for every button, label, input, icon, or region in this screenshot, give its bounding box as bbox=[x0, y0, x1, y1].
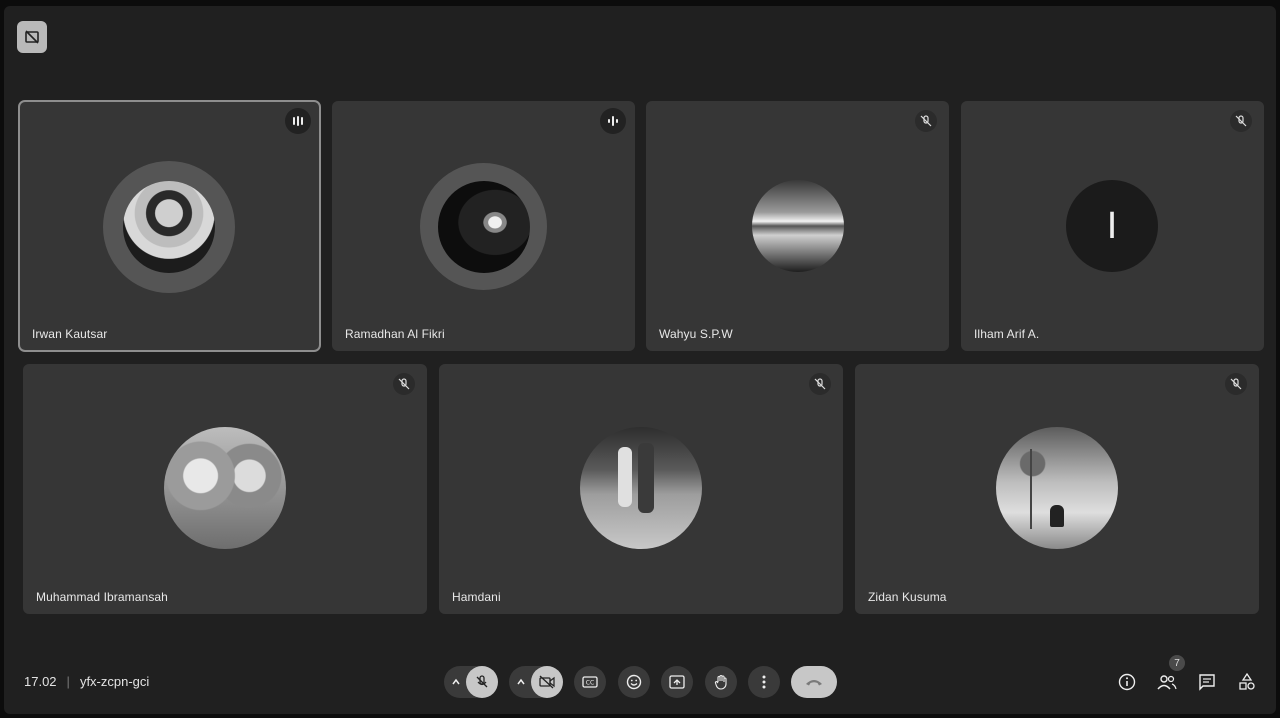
participant-name: Ilham Arif A. bbox=[974, 327, 1040, 341]
people-icon bbox=[1157, 675, 1177, 690]
participant-tile[interactable]: Wahyu S.P.W bbox=[646, 101, 949, 351]
participant-name: Wahyu S.P.W bbox=[659, 327, 733, 341]
chevron-up-icon bbox=[517, 678, 525, 685]
meeting-code: yfx-zcpn-gci bbox=[79, 674, 150, 689]
mic-off-icon bbox=[1225, 373, 1247, 395]
chat-button[interactable] bbox=[1195, 670, 1219, 694]
participant-tile[interactable]: Muhammad Ibramansah bbox=[23, 364, 427, 614]
more-vert-icon bbox=[762, 675, 766, 689]
chat-icon bbox=[1199, 674, 1215, 691]
call-controls-bar: 17.02 | yfx-zcpn-gci CC bbox=[0, 660, 1280, 704]
avatar bbox=[580, 427, 702, 549]
avatar-ring bbox=[420, 163, 547, 290]
avatar-initial: I bbox=[1066, 180, 1158, 272]
camera-options-button[interactable] bbox=[509, 666, 533, 698]
avatar-ring bbox=[103, 161, 235, 293]
avatar bbox=[996, 427, 1118, 549]
avatar bbox=[123, 181, 215, 273]
camera-toggle-button[interactable] bbox=[531, 666, 563, 698]
present-button[interactable] bbox=[661, 666, 693, 698]
activities-button[interactable] bbox=[1235, 670, 1259, 694]
mic-off-icon bbox=[476, 675, 488, 688]
speaking-indicator-icon bbox=[285, 108, 311, 134]
camera-off-icon bbox=[539, 675, 555, 689]
participant-tile[interactable]: Hamdani bbox=[439, 364, 843, 614]
separator: | bbox=[66, 674, 70, 689]
chevron-up-icon bbox=[452, 678, 460, 685]
mic-off-icon bbox=[1230, 110, 1252, 132]
participant-name: Muhammad Ibramansah bbox=[36, 590, 168, 604]
present-screen-icon bbox=[669, 675, 685, 689]
participant-name: Irwan Kautsar bbox=[32, 327, 108, 341]
leave-call-button[interactable] bbox=[791, 666, 837, 698]
captions-button[interactable]: CC bbox=[574, 666, 606, 698]
captions-icon: CC bbox=[582, 676, 598, 688]
participant-name: Hamdani bbox=[452, 590, 501, 604]
avatar bbox=[437, 180, 530, 273]
raise-hand-button[interactable] bbox=[705, 666, 737, 698]
mic-toggle-button[interactable] bbox=[466, 666, 498, 698]
shapes-icon bbox=[1239, 673, 1255, 690]
mic-off-icon bbox=[393, 373, 415, 395]
hide-tiles-icon bbox=[25, 30, 39, 44]
participant-name: Ramadhan Al Fikri bbox=[345, 327, 445, 341]
participant-tile[interactable]: I Ilham Arif A. bbox=[961, 101, 1264, 351]
hang-up-icon bbox=[806, 680, 822, 686]
meeting-info: 17.02 | yfx-zcpn-gci bbox=[24, 674, 149, 689]
people-button[interactable] bbox=[1155, 670, 1179, 694]
participant-count-badge: 7 bbox=[1169, 655, 1185, 671]
mic-off-icon bbox=[809, 373, 831, 395]
mic-options-button[interactable] bbox=[444, 666, 468, 698]
mic-off-icon bbox=[915, 110, 937, 132]
info-icon bbox=[1118, 673, 1136, 691]
svg-text:CC: CC bbox=[586, 680, 594, 687]
meeting-time: 17.02 bbox=[24, 674, 57, 689]
avatar bbox=[752, 180, 844, 272]
hand-icon bbox=[714, 674, 727, 690]
participant-tile[interactable]: Irwan Kautsar bbox=[18, 100, 321, 352]
avatar bbox=[164, 427, 286, 549]
participant-tile[interactable]: Zidan Kusuma bbox=[855, 364, 1259, 614]
participant-tile[interactable]: Ramadhan Al Fikri bbox=[332, 101, 635, 351]
emoji-icon bbox=[626, 674, 642, 690]
participant-name: Zidan Kusuma bbox=[868, 590, 947, 604]
layout-toggle-button[interactable] bbox=[17, 21, 47, 53]
more-options-button[interactable] bbox=[748, 666, 780, 698]
speaking-indicator-icon bbox=[600, 108, 626, 134]
meeting-details-button[interactable] bbox=[1115, 670, 1139, 694]
emoji-button[interactable] bbox=[618, 666, 650, 698]
